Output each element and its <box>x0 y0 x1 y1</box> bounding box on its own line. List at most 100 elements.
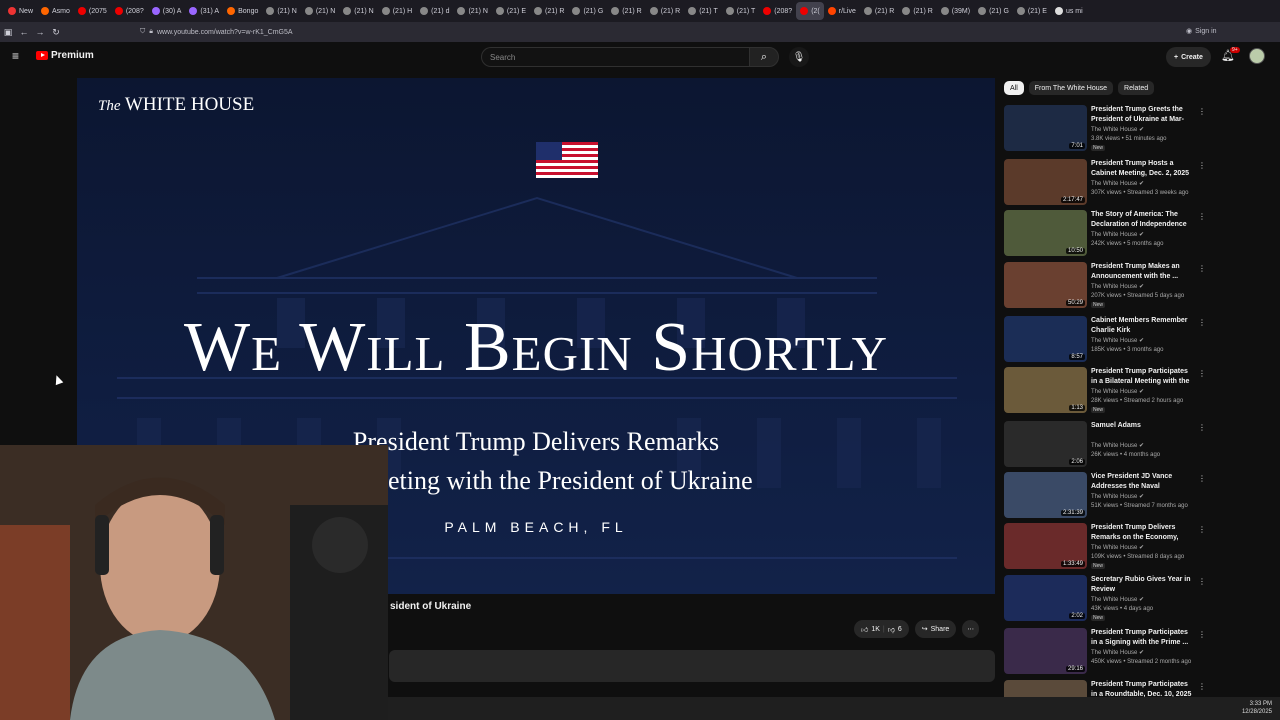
browser-tab[interactable]: (21) R <box>530 2 568 20</box>
browser-tab[interactable]: (21) G <box>568 2 607 20</box>
channel-name[interactable]: The White House ✔ <box>1091 544 1144 551</box>
recommended-title[interactable]: President Trump Participates in a Roundt… <box>1091 680 1195 697</box>
recommended-video[interactable]: 2:31:39 Vice President JD Vance Addresses… <box>1004 472 1206 520</box>
recommended-video[interactable]: 50:29 President Trump Makes an Announceme… <box>1004 262 1206 310</box>
browser-tab[interactable]: (21) N <box>262 2 300 20</box>
recommended-title[interactable]: President Trump Hosts a Cabinet Meeting,… <box>1091 159 1195 179</box>
browser-tab[interactable]: (2075 <box>74 2 111 20</box>
more-options-icon[interactable]: ⋮ <box>1198 369 1206 378</box>
recommended-title[interactable]: Samuel Adams <box>1091 421 1195 431</box>
browser-tab[interactable]: (21) G <box>974 2 1013 20</box>
video-thumbnail[interactable]: 1:33:49 <box>1004 523 1087 569</box>
recommended-video[interactable]: 7:01 President Trump Greets the President… <box>1004 105 1206 153</box>
more-options-icon[interactable]: ⋮ <box>1198 577 1206 586</box>
channel-name[interactable]: The White House ✔ <box>1091 337 1144 344</box>
thumbs-down-icon[interactable]: 👎︎ <box>888 625 895 634</box>
recommended-video[interactable]: 1:13 President Trump Participates in a Bi… <box>1004 367 1206 415</box>
more-actions-button[interactable]: ⋯ <box>962 620 980 638</box>
browser-tab[interactable]: (21) H <box>378 2 416 20</box>
filter-chip[interactable]: From The White House <box>1028 81 1114 95</box>
search-input[interactable]: Search <box>481 47 749 67</box>
browser-tab[interactable]: (21) E <box>1013 2 1051 20</box>
video-thumbnail[interactable]: 29:16 <box>1004 628 1087 674</box>
recommended-video[interactable]: 2:17:47 President Trump Hosts a Cabinet M… <box>1004 159 1206 207</box>
address-bar[interactable]: ⛉ 🔒︎ www.youtube.com/watch?v=w-rK1_CmG5A <box>140 25 940 39</box>
recommended-title[interactable]: The Story of America: The Declaration of… <box>1091 210 1195 230</box>
video-thumbnail[interactable]: 2:06 <box>1004 421 1087 467</box>
browser-tab[interactable]: Bongo <box>223 2 262 20</box>
browser-tab[interactable]: (21) N <box>339 2 377 20</box>
recommended-title[interactable]: Cabinet Members Remember Charlie Kirk <box>1091 316 1195 336</box>
recommended-title[interactable]: President Trump Greets the President of … <box>1091 105 1195 125</box>
channel-name[interactable]: The White House ✔ <box>1091 388 1144 395</box>
search-button[interactable]: ⌕ <box>749 47 779 67</box>
more-options-icon[interactable]: ⋮ <box>1198 682 1204 691</box>
browser-tab[interactable]: us mi <box>1051 2 1087 20</box>
browser-tab[interactable]: (208? <box>111 2 148 20</box>
browser-tab[interactable]: (21) N <box>301 2 339 20</box>
recommended-video[interactable]: 2:06 Samuel Adams The White House ✔ 26K vie… <box>1004 421 1206 469</box>
channel-name[interactable]: The White House ✔ <box>1091 231 1144 238</box>
more-options-icon[interactable]: ⋮ <box>1198 318 1206 327</box>
browser-tab[interactable]: (21) R <box>607 2 645 20</box>
channel-name[interactable]: The White House ✔ <box>1091 493 1144 500</box>
video-thumbnail[interactable]: 1:13 <box>1004 367 1087 413</box>
channel-name[interactable]: The White House ✔ <box>1091 649 1144 656</box>
filter-chip[interactable]: Related <box>1118 81 1155 95</box>
more-options-icon[interactable]: ⋮ <box>1198 423 1206 432</box>
recommended-title[interactable]: President Trump Delivers Remarks on the … <box>1091 523 1195 543</box>
reload-icon[interactable]: ↻ <box>48 27 64 38</box>
share-button[interactable]: ↪ Share <box>914 620 957 638</box>
video-thumbnail[interactable]: 7:01 <box>1004 105 1087 151</box>
sign-in-button[interactable]: ◉ Sign in <box>1186 27 1217 36</box>
browser-tab[interactable]: Asmo <box>37 2 74 20</box>
filter-chip[interactable]: All <box>1004 81 1024 95</box>
browser-tab[interactable]: (2( <box>796 2 824 20</box>
video-thumbnail[interactable]: 2:31:39 <box>1004 472 1087 518</box>
recommended-title[interactable]: Vice President JD Vance Addresses the Na… <box>1091 472 1195 492</box>
more-options-icon[interactable]: ⋮ <box>1198 474 1206 483</box>
more-options-icon[interactable]: ⋮ <box>1198 161 1206 170</box>
recommended-title[interactable]: President Trump Participates in a Signin… <box>1091 628 1195 648</box>
avatar[interactable] <box>1249 48 1265 64</box>
browser-tab[interactable]: (21) T <box>684 2 722 20</box>
channel-name[interactable]: The White House ✔ <box>1091 126 1144 133</box>
more-options-icon[interactable]: ⋮ <box>1198 107 1206 116</box>
browser-tab[interactable]: (21) R <box>860 2 898 20</box>
recommended-video[interactable]: 8:57 Cabinet Members Remember Charlie Kir… <box>1004 316 1206 364</box>
browser-tab[interactable]: (21) R <box>898 2 936 20</box>
channel-name[interactable]: The White House ✔ <box>1091 283 1144 290</box>
create-button[interactable]: + Create <box>1166 47 1211 67</box>
system-clock[interactable]: 3:33 PM 12/28/2025 <box>1242 700 1272 716</box>
channel-name[interactable]: The White House ✔ <box>1091 442 1144 449</box>
more-options-icon[interactable]: ⋮ <box>1198 525 1206 534</box>
video-thumbnail[interactable]: 2:02 <box>1004 575 1087 621</box>
description-box[interactable] <box>389 650 995 682</box>
video-thumbnail[interactable] <box>1004 680 1087 697</box>
back-icon[interactable]: ← <box>16 27 32 37</box>
video-thumbnail[interactable]: 2:17:47 <box>1004 159 1087 205</box>
channel-name[interactable]: The White House ✔ <box>1091 596 1144 603</box>
browser-tab[interactable]: (21) E <box>492 2 530 20</box>
browser-tab[interactable]: (21) d <box>416 2 453 20</box>
video-thumbnail[interactable]: 8:57 <box>1004 316 1087 362</box>
browser-tab[interactable]: (21) N <box>453 2 491 20</box>
browser-tab[interactable]: (39M) <box>937 2 974 20</box>
video-thumbnail[interactable]: 50:29 <box>1004 262 1087 308</box>
recommended-title[interactable]: President Trump Makes an Announcement wi… <box>1091 262 1195 282</box>
recommended-video[interactable]: President Trump Participates in a Roundt… <box>1004 680 1204 697</box>
forward-icon[interactable]: → <box>32 27 48 37</box>
browser-tab[interactable]: (208? <box>759 2 796 20</box>
recommended-title[interactable]: President Trump Participates in a Bilate… <box>1091 367 1195 387</box>
recommended-video[interactable]: 1:33:49 President Trump Delivers Remarks … <box>1004 523 1206 571</box>
more-options-icon[interactable]: ⋮ <box>1198 264 1206 273</box>
more-options-icon[interactable]: ⋮ <box>1198 630 1206 639</box>
browser-tab[interactable]: (30) A <box>148 2 186 20</box>
browser-tab[interactable]: (31) A <box>185 2 223 20</box>
menu-icon[interactable]: ≡ <box>12 49 19 63</box>
browser-tab[interactable]: New <box>4 2 37 20</box>
browser-tab[interactable]: r/Live <box>824 2 860 20</box>
video-thumbnail[interactable]: 10:50 <box>1004 210 1087 256</box>
recommended-video[interactable]: 2:02 Secretary Rubio Gives Year in Review… <box>1004 575 1206 623</box>
browser-tab[interactable]: (21) R <box>646 2 684 20</box>
